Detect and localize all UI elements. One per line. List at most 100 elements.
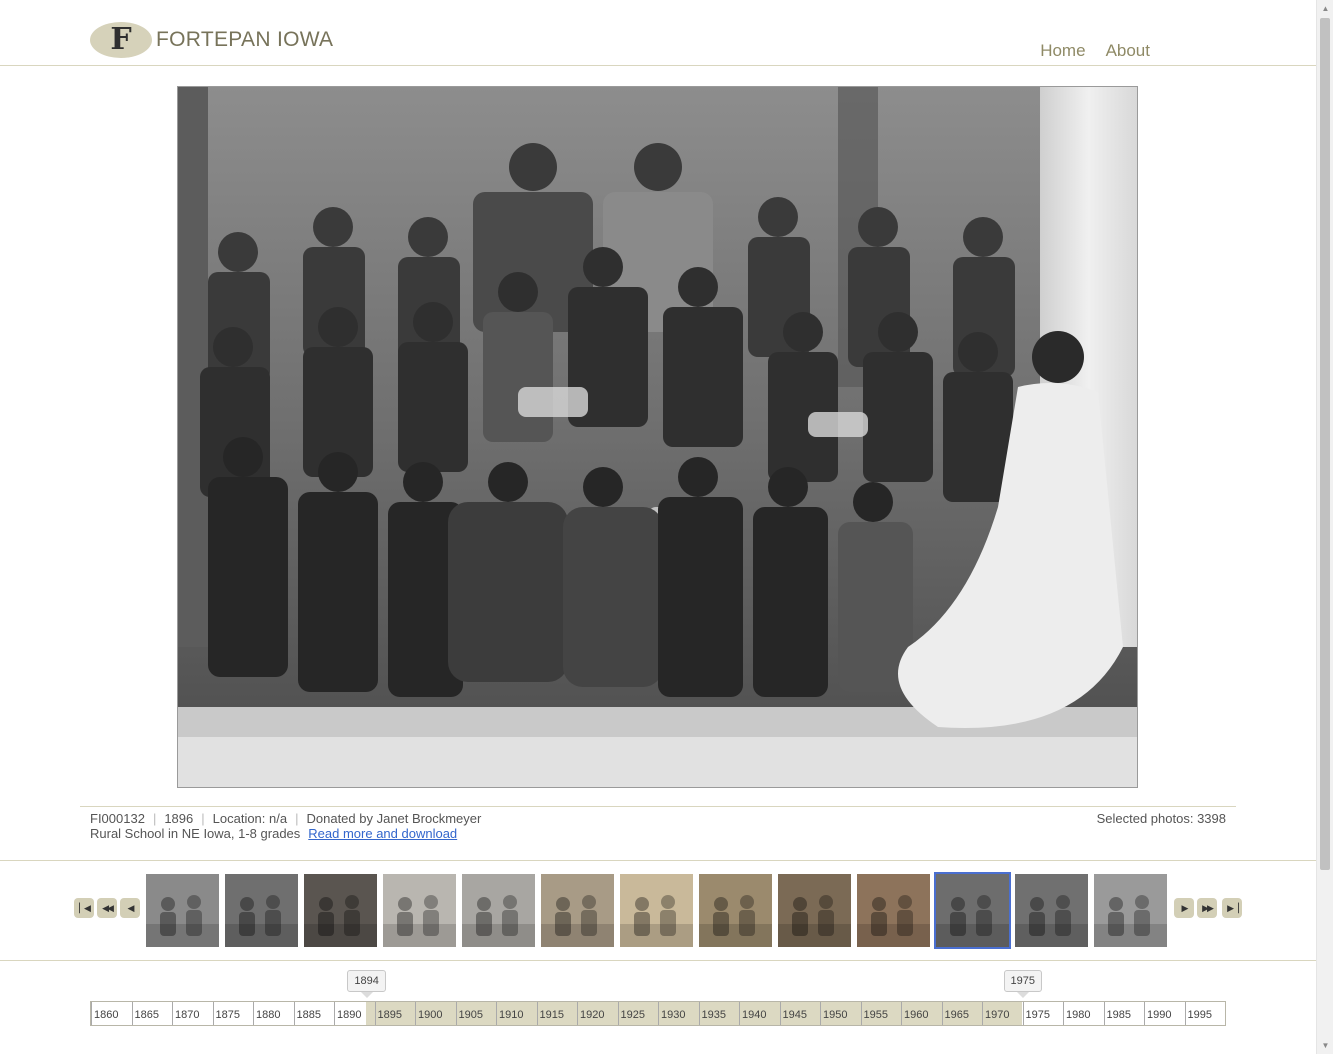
thumbnail[interactable] bbox=[145, 873, 220, 948]
last-icon: ▶▕ bbox=[1227, 902, 1239, 913]
thumbnail-image bbox=[857, 874, 930, 947]
timeline-tick: 1920 bbox=[577, 1002, 604, 1025]
logo[interactable]: F FORTEPAN IOWA bbox=[90, 22, 333, 58]
main-nav: Home About bbox=[1040, 41, 1150, 61]
timeline-year-label: 1945 bbox=[782, 1009, 807, 1021]
thumbnail-image bbox=[146, 874, 219, 947]
thumbnail[interactable] bbox=[540, 873, 615, 948]
thumbnail-image bbox=[1015, 874, 1088, 947]
thumbnail[interactable] bbox=[1014, 873, 1089, 948]
last-button[interactable]: ▶▕ bbox=[1222, 898, 1242, 918]
next-button[interactable]: ▶ bbox=[1174, 898, 1194, 918]
timeline-tick: 1910 bbox=[496, 1002, 523, 1025]
thumbnail-image bbox=[620, 874, 693, 947]
photo-year: 1896 bbox=[164, 811, 194, 826]
nav-home-link[interactable]: Home bbox=[1040, 41, 1085, 61]
timeline-year-label: 1860 bbox=[94, 1009, 119, 1021]
thumbnail[interactable] bbox=[1093, 873, 1168, 948]
timeline-year-label: 1970 bbox=[985, 1009, 1010, 1021]
timeline-year-label: 1930 bbox=[661, 1009, 686, 1021]
timeline-tick: 1895 bbox=[374, 1002, 402, 1025]
thumbnail[interactable] bbox=[856, 873, 931, 948]
photo-caption: Rural School in NE Iowa, 1-8 grades bbox=[90, 826, 301, 841]
timeline-year-label: 1935 bbox=[701, 1009, 726, 1021]
timeline-year-label: 1875 bbox=[215, 1009, 240, 1021]
first-button[interactable]: ▏◀ bbox=[74, 898, 94, 918]
timeline-tick: 1900 bbox=[415, 1002, 442, 1025]
timeline-tick: 1950 bbox=[820, 1002, 847, 1025]
timeline-tick: 1960 bbox=[901, 1002, 928, 1025]
timeline-tick: 1995 bbox=[1184, 1002, 1212, 1025]
site-header: F FORTEPAN IOWA Home About bbox=[0, 0, 1316, 66]
timeline-year-label: 1920 bbox=[580, 1009, 605, 1021]
year-timeline[interactable]: 1860 1865 1870 1875 1880 1885 1890 1895 1900 1905… bbox=[90, 1001, 1226, 1026]
fast-forward-icon: ▶▶ bbox=[1202, 902, 1214, 913]
range-start-handle[interactable]: 1894 bbox=[347, 970, 386, 998]
fast-forward-button[interactable]: ▶▶ bbox=[1197, 898, 1217, 918]
thumbnail[interactable] bbox=[382, 873, 457, 948]
scroll-down-icon[interactable]: ▼ bbox=[1317, 1037, 1333, 1054]
timeline-tick: 1975 bbox=[1022, 1002, 1050, 1025]
thumbnail-image bbox=[462, 874, 535, 947]
timeline-tick: 1980 bbox=[1063, 1002, 1090, 1025]
timeline-tick: 1870 bbox=[172, 1002, 199, 1025]
timeline-tick: 1985 bbox=[1103, 1002, 1131, 1025]
timeline-year-label: 1965 bbox=[944, 1009, 969, 1021]
scroll-thumb[interactable] bbox=[1320, 18, 1330, 870]
photo-caption-line: Rural School in NE Iowa, 1-8 grades Read … bbox=[90, 826, 457, 841]
timeline-tick: 1970 bbox=[982, 1002, 1009, 1025]
photo-id: FI000132 bbox=[90, 811, 145, 826]
meta-separator: | bbox=[295, 811, 299, 826]
range-end-handle[interactable]: 1975 bbox=[1003, 970, 1042, 998]
timeline-tick: 1865 bbox=[131, 1002, 159, 1025]
timeline-year-label: 1880 bbox=[256, 1009, 281, 1021]
timeline-year-label: 1975 bbox=[1025, 1009, 1050, 1021]
timeline-year-label: 1905 bbox=[458, 1009, 483, 1021]
previous-button[interactable]: ◀ bbox=[120, 898, 140, 918]
timeline-year-label: 1915 bbox=[539, 1009, 564, 1021]
timeline-tick: 1915 bbox=[536, 1002, 564, 1025]
thumbnail-image bbox=[699, 874, 772, 947]
timeline-tick: 1875 bbox=[212, 1002, 240, 1025]
timeline-tick: 1940 bbox=[739, 1002, 766, 1025]
thumbnail-image bbox=[304, 874, 377, 947]
meta-separator: | bbox=[152, 811, 157, 826]
timeline-year-label: 1995 bbox=[1187, 1009, 1212, 1021]
thumbnail[interactable] bbox=[303, 873, 378, 948]
photo-info-bar: FI000132 | 1896 | Location: n/a | Donated by J… bbox=[80, 806, 1236, 850]
thumbnail[interactable] bbox=[461, 873, 536, 948]
nav-about-link[interactable]: About bbox=[1106, 41, 1150, 61]
timeline-tick: 1935 bbox=[698, 1002, 726, 1025]
timeline-tick: 1990 bbox=[1144, 1002, 1171, 1025]
photo-meta: FI000132 | 1896 | Location: n/a | Donated by J… bbox=[90, 811, 481, 826]
timeline-year-label: 1980 bbox=[1066, 1009, 1091, 1021]
timeline-year-label: 1940 bbox=[742, 1009, 767, 1021]
scroll-up-icon[interactable]: ▲ bbox=[1317, 0, 1333, 17]
meta-separator: | bbox=[201, 811, 205, 826]
thumbnail[interactable] bbox=[698, 873, 773, 948]
main-photo[interactable] bbox=[177, 86, 1138, 788]
timeline-year-label: 1960 bbox=[904, 1009, 929, 1021]
photo-donor: Donated by Janet Brockmeyer bbox=[306, 811, 482, 826]
read-more-link[interactable]: Read more and download bbox=[308, 826, 457, 841]
timeline-year-label: 1955 bbox=[863, 1009, 888, 1021]
thumbnail[interactable] bbox=[619, 873, 694, 948]
timeline-tick: 1905 bbox=[455, 1002, 483, 1025]
timeline-tick: 1860 bbox=[91, 1002, 118, 1025]
timeline-tick: 1955 bbox=[860, 1002, 888, 1025]
timeline-year-label: 1925 bbox=[620, 1009, 645, 1021]
thumbnail[interactable] bbox=[777, 873, 852, 948]
logo-text: FORTEPAN IOWA bbox=[156, 28, 334, 51]
page-scrollbar[interactable]: ▲ ▼ bbox=[1316, 0, 1333, 1054]
timeline-year-label: 1910 bbox=[499, 1009, 524, 1021]
rewind-button[interactable]: ◀◀ bbox=[97, 898, 117, 918]
thumbnail-image bbox=[541, 874, 614, 947]
timeline-year-label: 1870 bbox=[175, 1009, 200, 1021]
thumbnail-image bbox=[936, 874, 1009, 947]
logo-badge: F bbox=[90, 22, 152, 58]
thumbnail[interactable] bbox=[224, 873, 299, 948]
thumbnail[interactable] bbox=[934, 872, 1011, 949]
timeline-year-label: 1885 bbox=[296, 1009, 321, 1021]
thumbnail-strip: ▏◀ ◀◀ ◀ ▶ ▶▶ ▶▕ bbox=[0, 860, 1316, 961]
rewind-icon: ◀◀ bbox=[102, 902, 114, 913]
